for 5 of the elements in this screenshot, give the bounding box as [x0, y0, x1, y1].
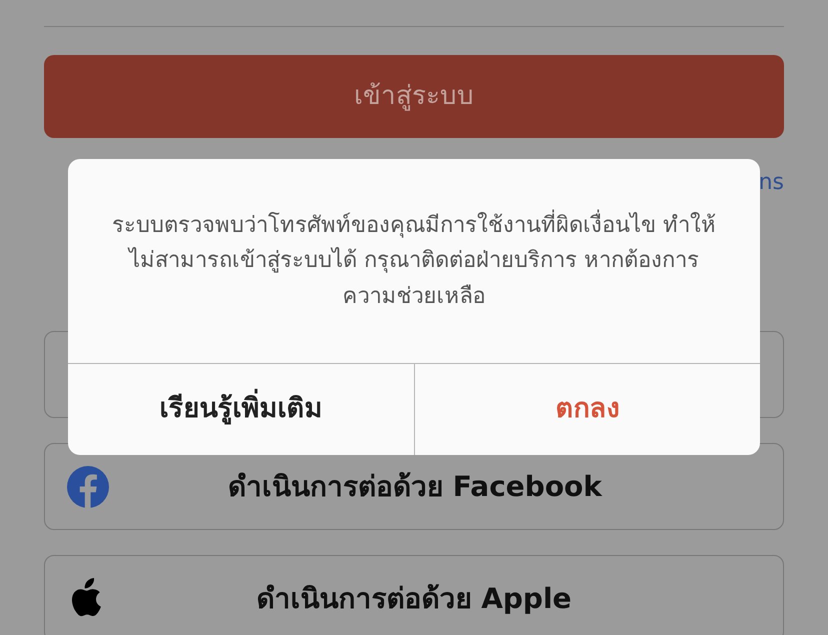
continue-button[interactable]: ดำเนินการต่อด้วย Apple: [44, 555, 784, 635]
facebook-icon: [67, 466, 109, 508]
ok-button[interactable]: ตกลง: [414, 364, 760, 455]
login-button[interactable]: เข้าสู่ระบบ: [44, 55, 784, 138]
alert-message: ระบบตรวจพบว่าโทรศัพท์ของคุณมีการใช้งานที่ผิดเงื่อนไข ทำให้ไม่สามารถเข้าสู่ระบบได้ กรุณาติดต่อฝ่ายบริการ หากต้องการความช่วยเหลือ: [108, 208, 720, 314]
